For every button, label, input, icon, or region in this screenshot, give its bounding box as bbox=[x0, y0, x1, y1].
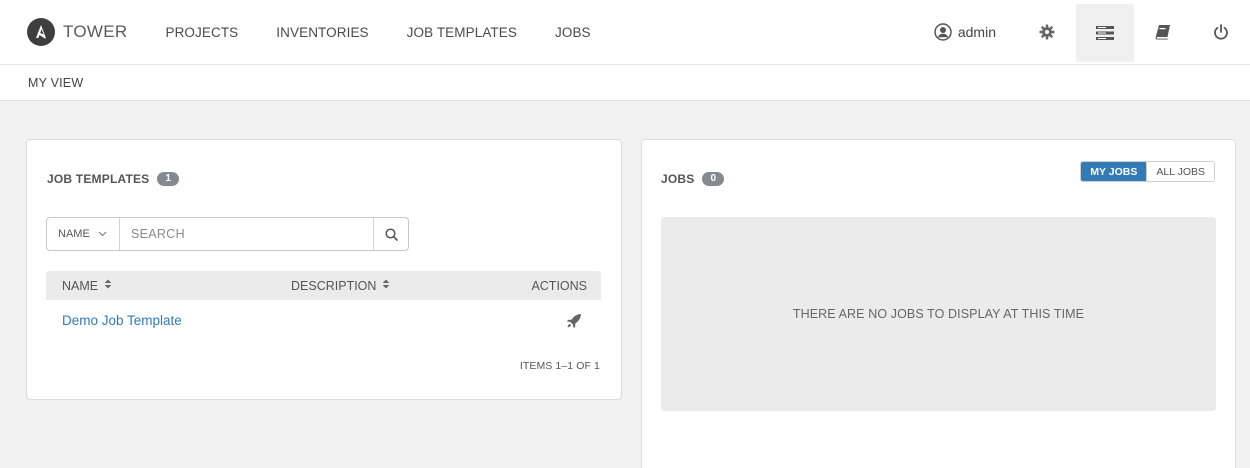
search-key-dropdown[interactable]: NAME bbox=[47, 218, 120, 250]
server-list-icon bbox=[1096, 26, 1114, 40]
main-nav: PROJECTS INVENTORIES JOB TEMPLATES JOBS bbox=[146, 0, 609, 64]
job-templates-count-badge: 1 bbox=[157, 172, 180, 186]
search-button[interactable] bbox=[373, 218, 408, 250]
job-templates-title-text: JOB TEMPLATES bbox=[47, 172, 150, 186]
search-key-label: NAME bbox=[58, 228, 90, 240]
column-header-name[interactable]: NAME bbox=[62, 271, 112, 300]
job-templates-panel: JOB TEMPLATES 1 NAME NAME DESCRIPTION bbox=[26, 139, 622, 400]
column-header-actions: ACTIONS bbox=[531, 271, 587, 300]
nav-right: admin bbox=[934, 0, 1250, 64]
documentation-button[interactable] bbox=[1134, 2, 1192, 62]
search-bar: NAME bbox=[46, 217, 409, 251]
my-jobs-toggle[interactable]: MY JOBS bbox=[1081, 162, 1147, 181]
jobs-filter-toggle: MY JOBS ALL JOBS bbox=[1080, 161, 1215, 182]
column-header-description-label: DESCRIPTION bbox=[291, 278, 377, 293]
power-icon bbox=[1214, 24, 1228, 40]
table-header: NAME DESCRIPTION ACTIONS bbox=[46, 271, 601, 300]
gear-icon bbox=[1039, 24, 1055, 40]
table-row: Demo Job Template bbox=[46, 306, 601, 336]
column-header-actions-label: ACTIONS bbox=[531, 278, 587, 293]
empty-message: THERE ARE NO JOBS TO DISPLAY AT THIS TIM… bbox=[792, 307, 1085, 321]
nav-jobs[interactable]: JOBS bbox=[555, 25, 591, 40]
jobs-panel: JOBS 0 MY JOBS ALL JOBS THERE ARE NO JOB… bbox=[641, 139, 1236, 468]
column-header-name-label: NAME bbox=[62, 278, 99, 293]
username: admin bbox=[957, 24, 996, 40]
user-menu[interactable]: admin bbox=[934, 23, 996, 41]
chevron-down-icon bbox=[98, 229, 107, 240]
pagination-info: ITEMS 1–1 OF 1 bbox=[519, 360, 600, 372]
breadcrumb: MY VIEW bbox=[28, 75, 84, 90]
top-navbar: TOWER PROJECTS INVENTORIES JOB TEMPLATES… bbox=[0, 0, 1250, 64]
sort-icon bbox=[382, 279, 390, 292]
rocket-icon bbox=[566, 314, 581, 329]
nav-inventories[interactable]: INVENTORIES bbox=[276, 25, 368, 40]
job-templates-title: JOB TEMPLATES 1 bbox=[47, 172, 180, 186]
column-header-description[interactable]: DESCRIPTION bbox=[291, 271, 390, 300]
all-jobs-toggle[interactable]: ALL JOBS bbox=[1146, 162, 1214, 181]
nav-job-templates[interactable]: JOB TEMPLATES bbox=[407, 25, 517, 40]
search-input[interactable] bbox=[120, 218, 373, 250]
jobs-empty-state: THERE ARE NO JOBS TO DISPLAY AT THIS TIM… bbox=[661, 217, 1216, 411]
settings-button[interactable] bbox=[1018, 2, 1076, 62]
brand-name: TOWER bbox=[63, 22, 128, 41]
jobs-count-badge: 0 bbox=[702, 172, 725, 186]
jobs-title: JOBS 0 bbox=[661, 172, 725, 186]
book-icon bbox=[1155, 25, 1170, 40]
logout-button[interactable] bbox=[1192, 2, 1250, 62]
jobs-title-text: JOBS bbox=[661, 172, 695, 186]
ansible-logo-icon bbox=[27, 18, 55, 46]
sort-icon bbox=[104, 279, 112, 292]
portal-mode-button[interactable] bbox=[1076, 4, 1134, 62]
search-icon bbox=[384, 227, 398, 241]
nav-projects[interactable]: PROJECTS bbox=[165, 25, 238, 40]
job-template-link[interactable]: Demo Job Template bbox=[62, 313, 182, 328]
user-circle-icon bbox=[934, 23, 952, 41]
launch-button[interactable] bbox=[566, 313, 582, 334]
brand-home-link[interactable]: TOWER bbox=[27, 0, 127, 64]
breadcrumb-bar: MY VIEW bbox=[0, 64, 1250, 101]
